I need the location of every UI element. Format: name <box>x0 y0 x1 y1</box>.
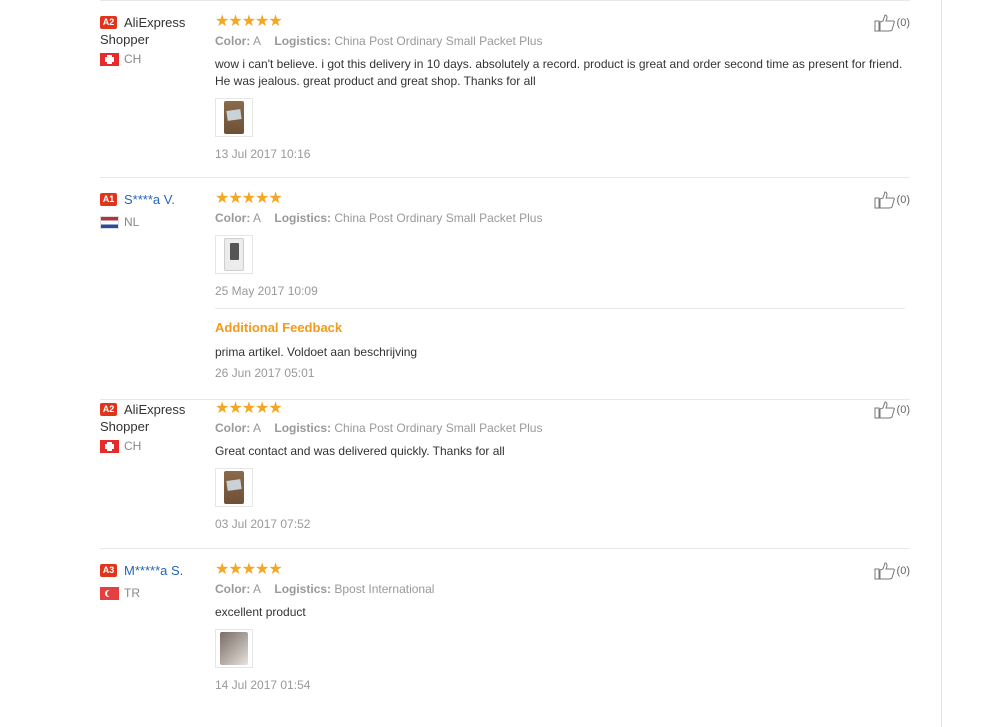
level-badge: A1 <box>100 193 117 206</box>
reviewer-name: AliExpress <box>124 402 186 417</box>
color-label: Color: <box>215 34 251 48</box>
order-info: Color: A Logistics: China Post Ordinary … <box>215 421 905 436</box>
divider <box>100 0 910 1</box>
review-content: ★★★★★ Color: A Logistics: China Post Ord… <box>215 191 905 381</box>
flag-ch-icon <box>100 439 119 453</box>
review-date: 03 Jul 2017 07:52 <box>215 517 311 531</box>
logistics-label: Logistics: <box>274 211 332 225</box>
additional-feedback: Additional Feedback prima artikel. Voldo… <box>215 308 905 381</box>
flag-nl-icon <box>100 215 119 229</box>
color-value: A <box>253 582 262 596</box>
color-label: Color: <box>215 421 251 435</box>
logistics-value: China Post Ordinary Small Packet Plus <box>334 421 543 435</box>
order-info: Color: A Logistics: China Post Ordinary … <box>215 34 905 49</box>
reviewer-country: CH <box>100 52 210 66</box>
photo-icon <box>220 632 248 665</box>
review-date: 13 Jul 2017 10:16 <box>215 147 311 161</box>
divider <box>941 0 942 727</box>
reviewer-country: NL <box>100 215 210 229</box>
additional-feedback-date: 26 Jun 2017 05:01 <box>215 366 315 380</box>
color-label: Color: <box>215 582 251 596</box>
photo-icon <box>224 101 244 134</box>
reviewer-name[interactable]: M*****a S. <box>124 562 183 579</box>
helpful-count: (0) <box>896 565 910 577</box>
reviewer-name-line2: Shopper <box>100 419 150 434</box>
additional-feedback-title: Additional Feedback <box>215 320 343 335</box>
thumbs-up-icon <box>874 191 895 209</box>
review-content: ★★★★★ Color: A Logistics: Bpost Internat… <box>215 562 905 693</box>
logistics-label: Logistics: <box>274 34 332 48</box>
reviewer-info: A1 S****a V. NL <box>100 191 210 229</box>
level-badge: A2 <box>100 403 117 416</box>
logistics-label: Logistics: <box>274 421 332 435</box>
review-text: excellent product <box>215 605 306 619</box>
helpful-button[interactable]: (0) <box>874 562 910 580</box>
reviewer-name-line2: Shopper <box>100 32 150 47</box>
review-item: A2 AliExpress Shopper CH ★★★★★ Color: A … <box>100 401 910 549</box>
additional-feedback-text: prima artikel. Voldoet aan beschrijving <box>215 345 418 359</box>
country-code: CH <box>124 52 142 66</box>
logistics-value: China Post Ordinary Small Packet Plus <box>334 34 543 48</box>
reviewer-info: A3 M*****a S. TR <box>100 562 210 600</box>
country-code: TR <box>124 586 140 600</box>
review-item: A2 AliExpress Shopper CH ★★★★★ Color: A … <box>100 14 910 178</box>
country-code: CH <box>124 439 142 453</box>
flag-tr-icon <box>100 586 119 600</box>
review-photo-thumbnail[interactable] <box>215 629 253 668</box>
logistics-value: Bpost International <box>334 582 435 596</box>
star-rating: ★★★★★ <box>215 561 283 578</box>
review-item: A3 M*****a S. TR ★★★★★ Color: A Logistic… <box>100 562 910 722</box>
helpful-count: (0) <box>896 194 910 206</box>
review-date: 14 Jul 2017 01:54 <box>215 678 311 692</box>
order-info: Color: A Logistics: China Post Ordinary … <box>215 211 905 226</box>
star-rating: ★★★★★ <box>215 190 283 207</box>
color-value: A <box>253 211 262 225</box>
color-label: Color: <box>215 211 251 225</box>
helpful-count: (0) <box>896 404 910 416</box>
color-value: A <box>253 421 262 435</box>
reviewer-info: A2 AliExpress Shopper CH <box>100 401 210 453</box>
review-text: wow i can't believe. i got this delivery… <box>215 57 903 88</box>
color-value: A <box>253 34 262 48</box>
reviewer-country: CH <box>100 439 210 453</box>
review-date: 25 May 2017 10:09 <box>215 284 318 298</box>
photo-icon <box>224 471 244 504</box>
level-badge: A3 <box>100 564 117 577</box>
order-info: Color: A Logistics: Bpost International <box>215 582 905 597</box>
country-code: NL <box>124 215 140 229</box>
review-item: A1 S****a V. NL ★★★★★ Color: A Logistics… <box>100 191 910 400</box>
level-badge: A2 <box>100 16 117 29</box>
reviewer-name[interactable]: S****a V. <box>124 191 175 208</box>
reviewer-name: AliExpress <box>124 15 186 30</box>
review-content: ★★★★★ Color: A Logistics: China Post Ord… <box>215 401 905 532</box>
thumbs-up-icon <box>874 14 895 32</box>
thumbs-up-icon <box>874 401 895 419</box>
reviewer-info: A2 AliExpress Shopper CH <box>100 14 210 66</box>
review-photo-thumbnail[interactable] <box>215 235 253 274</box>
photo-icon <box>224 238 244 271</box>
reviewer-country: TR <box>100 586 210 600</box>
star-rating: ★★★★★ <box>215 400 283 417</box>
logistics-value: China Post Ordinary Small Packet Plus <box>334 211 543 225</box>
flag-ch-icon <box>100 52 119 66</box>
helpful-button[interactable]: (0) <box>874 401 910 419</box>
review-photo-thumbnail[interactable] <box>215 468 253 507</box>
helpful-count: (0) <box>896 17 910 29</box>
review-photo-thumbnail[interactable] <box>215 98 253 137</box>
star-rating: ★★★★★ <box>215 13 283 30</box>
logistics-label: Logistics: <box>274 582 332 596</box>
helpful-button[interactable]: (0) <box>874 191 910 209</box>
helpful-button[interactable]: (0) <box>874 14 910 32</box>
review-text: Great contact and was delivered quickly.… <box>215 444 505 458</box>
review-content: ★★★★★ Color: A Logistics: China Post Ord… <box>215 14 905 162</box>
thumbs-up-icon <box>874 562 895 580</box>
